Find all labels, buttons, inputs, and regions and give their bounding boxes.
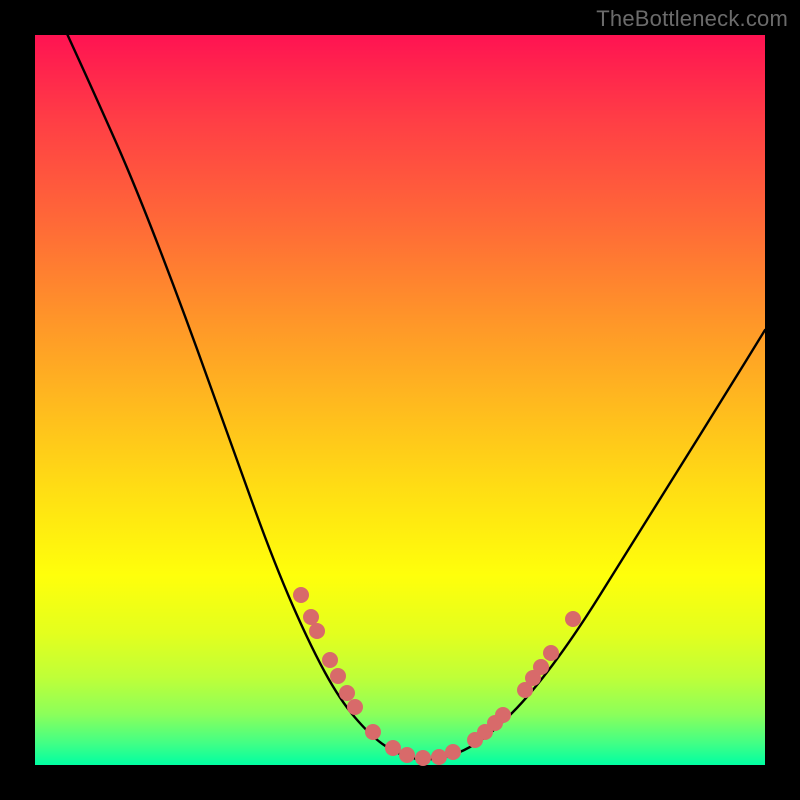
curve-left	[63, 25, 420, 760]
curve-marker	[533, 659, 549, 675]
curve-marker	[330, 668, 346, 684]
curve-marker	[365, 724, 381, 740]
curve-marker	[415, 750, 431, 766]
curve-right	[420, 330, 765, 760]
curve-marker	[385, 740, 401, 756]
curve-marker	[431, 749, 447, 765]
curve-marker	[293, 587, 309, 603]
curve-marker	[347, 699, 363, 715]
curve-marker	[339, 685, 355, 701]
curve-markers	[293, 587, 581, 766]
curve-marker	[565, 611, 581, 627]
curve-marker	[445, 744, 461, 760]
chart-outer-frame: TheBottleneck.com	[0, 0, 800, 800]
curve-marker	[303, 609, 319, 625]
curve-marker	[399, 747, 415, 763]
curve-marker	[543, 645, 559, 661]
watermark-text: TheBottleneck.com	[596, 6, 788, 32]
curve-marker	[309, 623, 325, 639]
bottleneck-curve-svg	[35, 35, 765, 765]
curve-marker	[495, 707, 511, 723]
plot-area	[35, 35, 765, 765]
curve-marker	[322, 652, 338, 668]
